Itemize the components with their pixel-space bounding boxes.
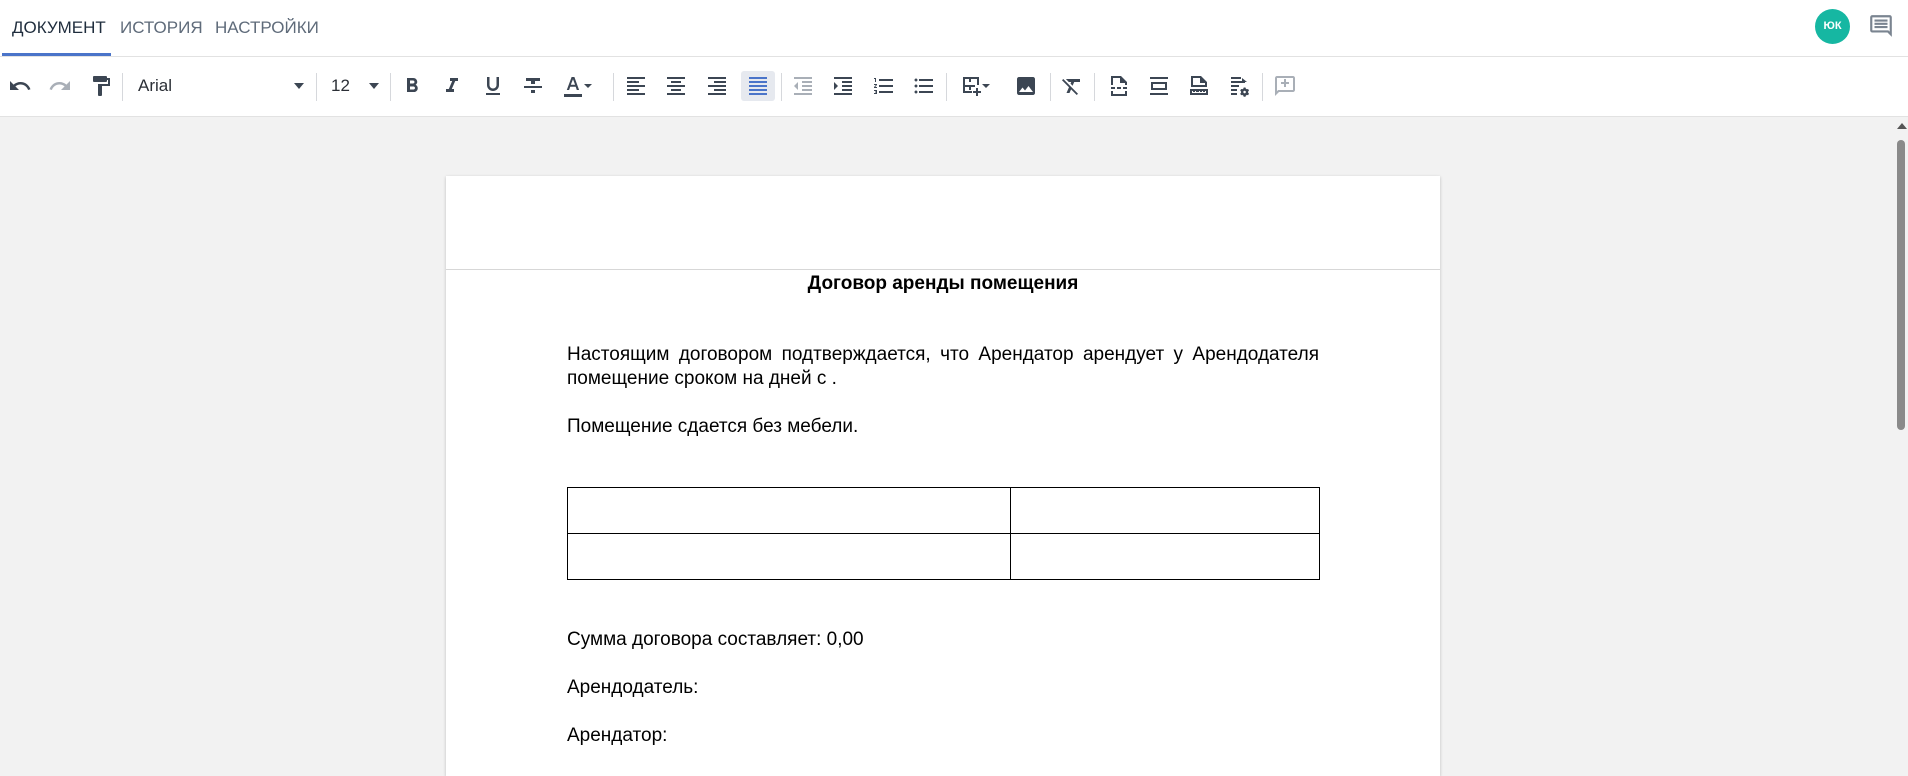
insert-image-icon[interactable]: [1011, 71, 1041, 101]
tenant-line[interactable]: Арендатор:: [567, 725, 667, 747]
landlord-line[interactable]: Арендодатель:: [567, 677, 698, 699]
scrollbar-thumb[interactable]: [1897, 140, 1905, 430]
document-paragraph[interactable]: Настоящим договором подтверждается, что …: [567, 343, 1319, 391]
insert-table-icon[interactable]: [954, 71, 996, 101]
tab-document[interactable]: ДОКУМЕНТ: [12, 0, 106, 57]
table-cell[interactable]: [567, 533, 1011, 580]
font-size-value: 12: [331, 76, 350, 95]
underline-icon[interactable]: [478, 71, 508, 101]
align-center-icon[interactable]: [661, 71, 691, 101]
formatting-toolbar: Arial 12: [0, 57, 1908, 117]
document-paragraph[interactable]: Помещение сдается без мебели.: [567, 416, 858, 438]
comments-icon[interactable]: [1868, 13, 1894, 39]
decrease-indent-icon[interactable]: [788, 71, 818, 101]
active-tab-indicator: [2, 53, 111, 56]
strikethrough-icon[interactable]: [518, 71, 548, 101]
font-family-select[interactable]: Arial: [138, 71, 304, 101]
clear-formatting-icon[interactable]: [1057, 71, 1087, 101]
user-avatar[interactable]: ЮК: [1815, 9, 1850, 44]
align-right-icon[interactable]: [702, 71, 732, 101]
align-justify-icon[interactable]: [741, 71, 775, 101]
italic-icon[interactable]: [437, 71, 467, 101]
font-family-value: Arial: [138, 76, 173, 95]
document-table[interactable]: [567, 487, 1320, 580]
table-cell[interactable]: [1010, 533, 1320, 580]
tab-settings[interactable]: НАСТРОЙКИ: [215, 0, 319, 57]
numbered-list-icon[interactable]: [869, 71, 899, 101]
bold-icon[interactable]: [397, 71, 427, 101]
top-tab-bar: ДОКУМЕНТ ИСТОРИЯ НАСТРОЙКИ ЮК: [0, 0, 1908, 57]
table-cell[interactable]: [567, 487, 1011, 534]
font-size-select[interactable]: 12: [331, 71, 379, 101]
table-row: [567, 487, 1320, 534]
add-comment-icon[interactable]: [1270, 71, 1300, 101]
header-footer-icon[interactable]: [1144, 71, 1174, 101]
header-divider: [446, 269, 1440, 270]
chevron-down-icon: [369, 83, 379, 89]
page-ruler-icon[interactable]: [1184, 71, 1214, 101]
format-painter-icon[interactable]: [86, 71, 116, 101]
contract-sum-line[interactable]: Сумма договора составляет: 0,00: [567, 629, 864, 651]
scroll-up-arrow[interactable]: [1897, 123, 1907, 129]
document-title[interactable]: Договор аренды помещения: [446, 273, 1440, 295]
document-page[interactable]: Договор аренды помещения Настоящим догов…: [446, 176, 1440, 776]
undo-icon[interactable]: [5, 71, 35, 101]
vertical-scrollbar[interactable]: [1894, 117, 1908, 762]
chevron-down-icon: [294, 83, 304, 89]
align-left-icon[interactable]: [621, 71, 651, 101]
document-settings-icon[interactable]: [1225, 71, 1255, 101]
page-break-icon[interactable]: [1104, 71, 1134, 101]
text-color-icon[interactable]: [556, 71, 598, 101]
redo-icon[interactable]: [45, 71, 75, 101]
tab-history[interactable]: ИСТОРИЯ: [120, 0, 203, 57]
table-row: [567, 533, 1320, 580]
increase-indent-icon[interactable]: [828, 71, 858, 101]
bulleted-list-icon[interactable]: [909, 71, 939, 101]
table-cell[interactable]: [1010, 487, 1320, 534]
